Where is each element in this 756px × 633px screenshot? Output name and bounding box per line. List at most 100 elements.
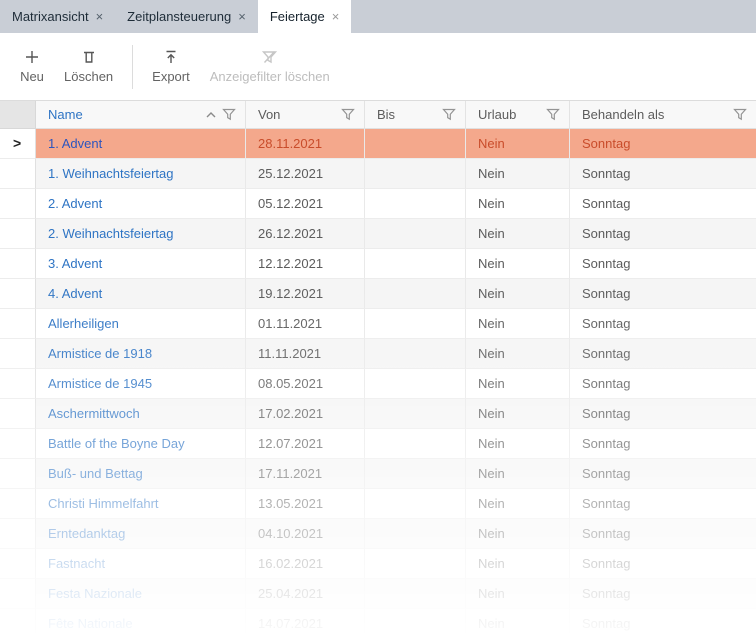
cell-von[interactable]: 04.10.2021	[246, 519, 365, 549]
cell-urlaub[interactable]: Nein	[466, 489, 570, 519]
filter-icon[interactable]	[442, 108, 456, 121]
cell-von[interactable]: 16.02.2021	[246, 549, 365, 579]
table-row[interactable]: Allerheiligen01.11.2021NeinSonntag	[0, 309, 756, 339]
cell-urlaub[interactable]: Nein	[466, 429, 570, 459]
cell-urlaub[interactable]: Nein	[466, 459, 570, 489]
table-row[interactable]: Fête Nationale14.07.2021 NeinSonntag	[0, 609, 756, 633]
filter-icon[interactable]	[341, 108, 355, 121]
column-header-von[interactable]: Von	[246, 101, 365, 129]
cell-behandeln-als[interactable]: Sonntag	[570, 549, 756, 579]
cell-behandeln-als[interactable]: Sonntag	[570, 129, 756, 159]
cell-bis[interactable]	[365, 339, 466, 369]
cell-urlaub[interactable]: Nein	[466, 549, 570, 579]
cell-bis[interactable]	[365, 579, 466, 609]
cell-von[interactable]: 19.12.2021	[246, 279, 365, 309]
cell-bis[interactable]	[365, 159, 466, 189]
cell-von[interactable]: 12.12.2021	[246, 249, 365, 279]
close-icon[interactable]: ×	[96, 10, 104, 23]
cell-bis[interactable]	[365, 279, 466, 309]
cell-von[interactable]: 25.12.2021	[246, 159, 365, 189]
table-row[interactable]: 2. Advent05.12.2021 NeinSonntag	[0, 189, 756, 219]
cell-von[interactable]: 05.12.2021	[246, 189, 365, 219]
cell-urlaub[interactable]: Nein	[466, 399, 570, 429]
cell-behandeln-als[interactable]: Sonntag	[570, 459, 756, 489]
cell-name[interactable]: Aschermittwoch	[36, 399, 246, 429]
cell-von[interactable]: 28.11.2021	[246, 129, 365, 159]
cell-name[interactable]: 2. Weihnachtsfeiertag	[36, 219, 246, 249]
cell-bis[interactable]	[365, 459, 466, 489]
cell-behandeln-als[interactable]: Sonntag	[570, 249, 756, 279]
cell-von[interactable]: 17.11.2021	[246, 459, 365, 489]
export-button[interactable]: Export	[142, 43, 200, 87]
cell-urlaub[interactable]: Nein	[466, 219, 570, 249]
cell-bis[interactable]	[365, 429, 466, 459]
cell-name[interactable]: 4. Advent	[36, 279, 246, 309]
cell-behandeln-als[interactable]: Sonntag	[570, 609, 756, 633]
cell-urlaub[interactable]: Nein	[466, 249, 570, 279]
cell-von[interactable]: 14.07.2021	[246, 609, 365, 633]
cell-von[interactable]: 25.04.2021	[246, 579, 365, 609]
cell-von[interactable]: 26.12.2021	[246, 219, 365, 249]
cell-name[interactable]: 1. Advent	[36, 129, 246, 159]
column-header-name[interactable]: Name	[36, 101, 246, 129]
cell-name[interactable]: Allerheiligen	[36, 309, 246, 339]
cell-bis[interactable]	[365, 609, 466, 633]
cell-urlaub[interactable]: Nein	[466, 339, 570, 369]
cell-bis[interactable]	[365, 249, 466, 279]
cell-name[interactable]: Armistice de 1945	[36, 369, 246, 399]
cell-name[interactable]: Fête Nationale	[36, 609, 246, 633]
cell-behandeln-als[interactable]: Sonntag	[570, 159, 756, 189]
cell-bis[interactable]	[365, 369, 466, 399]
cell-name[interactable]: Festa Nazionale	[36, 579, 246, 609]
table-row[interactable]: 4. Advent19.12.2021NeinSonntag	[0, 279, 756, 309]
cell-name[interactable]: Battle of the Boyne Day	[36, 429, 246, 459]
filter-icon[interactable]	[222, 108, 236, 121]
tab-zeitplansteuerung[interactable]: Zeitplansteuerung ×	[115, 0, 258, 33]
cell-name[interactable]: Christi Himmelfahrt	[36, 489, 246, 519]
table-row[interactable]: Festa Nazionale25.04.2021NeinSonntag	[0, 579, 756, 609]
cell-behandeln-als[interactable]: Sonntag	[570, 429, 756, 459]
cell-behandeln-als[interactable]: Sonntag	[570, 399, 756, 429]
column-header-bis[interactable]: Bis	[365, 101, 466, 129]
cell-von[interactable]: 01.11.2021	[246, 309, 365, 339]
table-row[interactable]: 2. Weihnachtsfeiertag26.12.2021NeinSonnt…	[0, 219, 756, 249]
new-button[interactable]: Neu	[10, 43, 54, 87]
cell-urlaub[interactable]: Nein	[466, 519, 570, 549]
cell-von[interactable]: 17.02.2021	[246, 399, 365, 429]
cell-urlaub[interactable]: Nein	[466, 609, 570, 633]
table-row[interactable]: Aschermittwoch17.02.2021 NeinSonntag	[0, 399, 756, 429]
column-header-urlaub[interactable]: Urlaub	[466, 101, 570, 129]
table-row[interactable]: Buß- und Bettag17.11.2021 NeinSonntag	[0, 459, 756, 489]
cell-urlaub[interactable]: Nein	[466, 369, 570, 399]
tab-matrixansicht[interactable]: Matrixansicht ×	[0, 0, 115, 33]
filter-icon[interactable]	[546, 108, 560, 121]
cell-name[interactable]: 2. Advent	[36, 189, 246, 219]
close-icon[interactable]: ×	[332, 10, 340, 23]
table-row[interactable]: Erntedanktag04.10.2021 NeinSonntag	[0, 519, 756, 549]
table-row[interactable]: Battle of the Boyne Day12.07.2021 NeinSon…	[0, 429, 756, 459]
cell-von[interactable]: 13.05.2021	[246, 489, 365, 519]
cell-bis[interactable]	[365, 549, 466, 579]
table-row[interactable]: 3. Advent12.12.2021NeinSonntag	[0, 249, 756, 279]
filter-icon[interactable]	[733, 108, 747, 121]
column-header-behandeln-als[interactable]: Behandeln als	[570, 101, 756, 129]
cell-behandeln-als[interactable]: Sonntag	[570, 189, 756, 219]
clear-display-filter-button[interactable]: Anzeigefilter löschen	[200, 43, 340, 87]
cell-von[interactable]: 12.07.2021	[246, 429, 365, 459]
cell-urlaub[interactable]: Nein	[466, 159, 570, 189]
table-row[interactable]: 1. Weihnachtsfeiertag25.12.2021NeinSonnt…	[0, 159, 756, 189]
table-row[interactable]: Armistice de 191811.11.2021NeinSonntag	[0, 339, 756, 369]
cell-behandeln-als[interactable]: Sonntag	[570, 519, 756, 549]
cell-behandeln-als[interactable]: Sonntag	[570, 579, 756, 609]
tab-feiertage[interactable]: Feiertage ×	[258, 0, 352, 33]
cell-bis[interactable]	[365, 489, 466, 519]
cell-urlaub[interactable]: Nein	[466, 129, 570, 159]
table-row[interactable]: Armistice de 194508.05.2021NeinSonntag	[0, 369, 756, 399]
cell-urlaub[interactable]: Nein	[466, 189, 570, 219]
cell-bis[interactable]	[365, 219, 466, 249]
cell-name[interactable]: Buß- und Bettag	[36, 459, 246, 489]
table-row[interactable]: Christi Himmelfahrt13.05.2021NeinSonntag	[0, 489, 756, 519]
table-row[interactable]: >1. Advent28.11.2021NeinSonntag	[0, 129, 756, 159]
cell-urlaub[interactable]: Nein	[466, 309, 570, 339]
cell-name[interactable]: Erntedanktag	[36, 519, 246, 549]
